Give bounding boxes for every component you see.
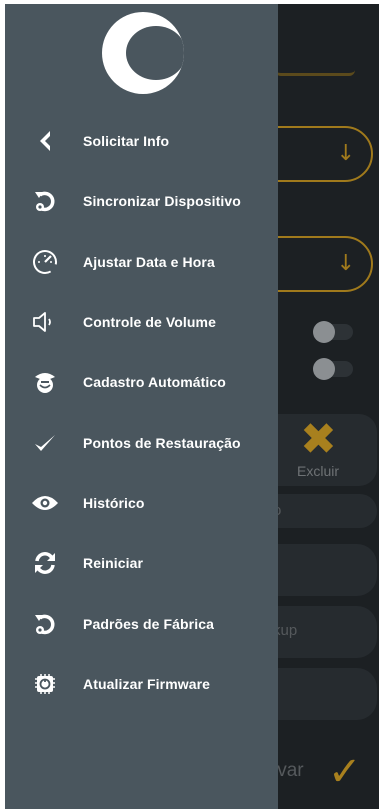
navigation-drawer: Solicitar Info Sincronizar Dispositivo A… [5, 4, 278, 809]
menu-item-solicitar-info[interactable]: Solicitar Info [5, 111, 278, 171]
menu-item-label: Padrões de Fábrica [83, 615, 214, 632]
menu-item-controle-volume[interactable]: Controle de Volume [5, 292, 278, 352]
menu-item-label: Controle de Volume [83, 314, 216, 331]
menu-item-label: Pontos de Restauração [83, 434, 241, 451]
menu-item-label: Histórico [83, 494, 145, 511]
menu-item-historico[interactable]: Histórico [5, 473, 278, 533]
eye-icon [5, 495, 83, 511]
chevron-down-icon: ↓ [336, 251, 355, 276]
menu-list: Solicitar Info Sincronizar Dispositivo A… [5, 111, 278, 714]
factory-reset-icon [5, 613, 83, 635]
auto-register-icon [5, 369, 83, 395]
menu-item-label: Atualizar Firmware [83, 675, 211, 692]
menu-item-sincronizar-dispositivo[interactable]: Sincronizar Dispositivo [5, 171, 278, 231]
speedometer-icon [5, 249, 83, 275]
chip-icon [5, 672, 83, 696]
menu-item-reiniciar[interactable]: Reiniciar [5, 533, 278, 593]
menu-item-pontos-restauracao[interactable]: Pontos de Restauração [5, 412, 278, 472]
background-toggle-2 [313, 358, 353, 380]
background-toggle-1 [313, 321, 353, 343]
chevron-down-icon: ↓ [336, 141, 355, 166]
menu-item-label: Solicitar Info [83, 133, 170, 150]
sync-device-icon [5, 190, 83, 212]
refresh-icon [5, 552, 83, 575]
menu-item-cadastro-automatico[interactable]: Cadastro Automático [5, 352, 278, 412]
volume-icon [5, 311, 83, 333]
menu-item-atualizar-firmware[interactable]: Atualizar Firmware [5, 654, 278, 714]
checkmark-icon: ✓ [328, 749, 362, 795]
background-excluir-label: Excluir [297, 463, 340, 479]
checkmark-icon [5, 433, 83, 453]
close-icon: ✖ [300, 414, 337, 465]
menu-item-label: Ajustar Data e Hora [83, 253, 215, 270]
menu-item-padroes-fabrica[interactable]: Padrões de Fábrica [5, 593, 278, 653]
menu-item-label: Cadastro Automático [83, 374, 226, 391]
drawer-header [5, 4, 278, 104]
chevron-left-icon [5, 130, 83, 152]
menu-item-label: Reiniciar [83, 555, 144, 572]
menu-item-ajustar-data-hora[interactable]: Ajustar Data e Hora [5, 232, 278, 292]
menu-item-label: Sincronizar Dispositivo [83, 193, 241, 210]
background-underline [275, 70, 355, 76]
app-logo [102, 12, 184, 94]
